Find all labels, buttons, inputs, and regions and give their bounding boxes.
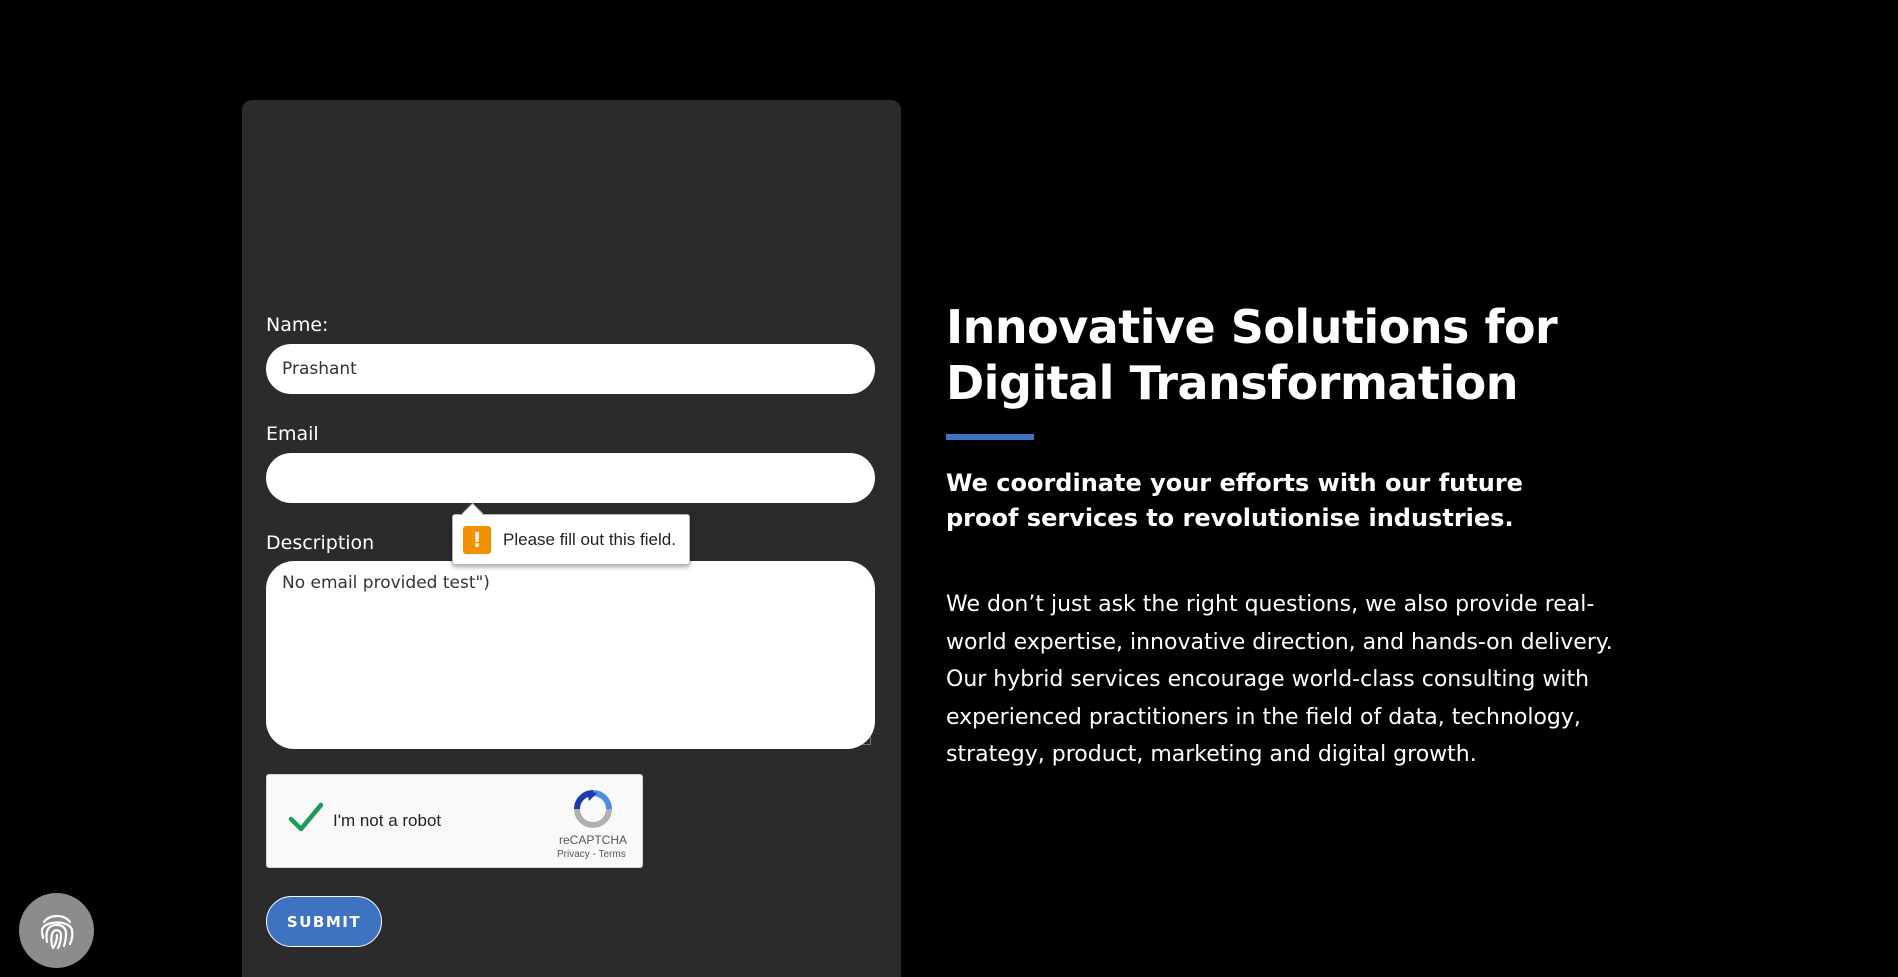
- validation-tooltip: ! Please fill out this field.: [452, 502, 690, 565]
- hero-headline: Innovative Solutions for Digital Transfo…: [946, 300, 1558, 410]
- recaptcha-widget[interactable]: I'm not a robot reCAPTCHA Privacy - Term…: [266, 774, 643, 868]
- name-input[interactable]: Prashant: [266, 344, 875, 394]
- description-label: Description: [266, 532, 375, 554]
- exclamation-icon: !: [463, 525, 491, 554]
- email-label: Email: [266, 423, 319, 445]
- page: Name: Prashant Email Description No emai…: [0, 0, 1898, 977]
- description-textarea[interactable]: No email provided test"): [266, 561, 875, 749]
- validation-message: Please fill out this field.: [503, 529, 676, 549]
- hero-subheadline: We coordinate your efforts with our futu…: [946, 469, 1523, 532]
- fingerprint-icon: [40, 914, 73, 949]
- checkmark-icon[interactable]: [287, 799, 325, 837]
- fingerprint-badge[interactable]: [19, 893, 94, 968]
- submit-button[interactable]: SUBMIT: [266, 896, 382, 947]
- resize-handle[interactable]: [862, 736, 871, 745]
- recaptcha-label: I'm not a robot: [333, 811, 442, 830]
- recaptcha-logo-icon: [574, 790, 612, 828]
- recaptcha-privacy-terms[interactable]: Privacy - Terms: [557, 849, 626, 860]
- hero-body: We don’t just ask the right questions, w…: [946, 592, 1613, 767]
- name-input-value: Prashant: [282, 359, 357, 379]
- email-input[interactable]: [266, 453, 875, 503]
- name-label: Name:: [266, 314, 329, 336]
- accent-divider: [946, 434, 1034, 440]
- description-textarea-value: No email provided test"): [282, 573, 490, 593]
- recaptcha-brand: reCAPTCHA: [559, 833, 628, 847]
